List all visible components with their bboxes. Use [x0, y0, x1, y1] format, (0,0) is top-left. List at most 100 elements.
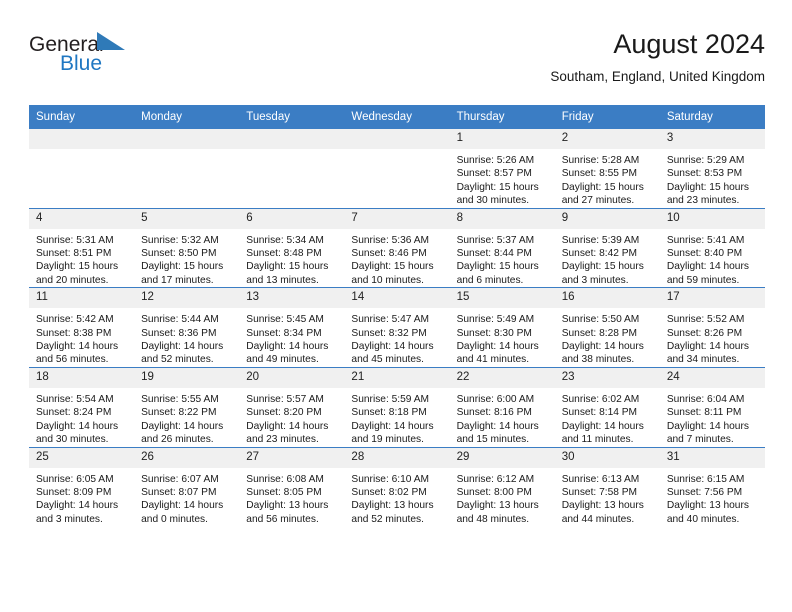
- day-details: Sunrise: 6:13 AM Sunset: 7:58 PM Daylight:…: [555, 468, 660, 527]
- day-details: Sunrise: 5:39 AM Sunset: 8:42 PM Daylight:…: [555, 229, 660, 288]
- sunset-text: Sunset: 8:22 PM: [141, 407, 217, 419]
- calendar-day-cell[interactable]: 24 Sunrise: 6:04 AM Sunset: 8:11 PM Dayligh…: [659, 366, 765, 447]
- calendar-day-cell[interactable]: 22 Sunrise: 6:00 AM Sunset: 8:16 PM Dayligh…: [449, 366, 555, 447]
- sunset-text: Sunset: 8:53 PM: [666, 168, 743, 180]
- day-details: Sunrise: 5:36 AM Sunset: 8:46 PM Daylight:…: [344, 229, 449, 288]
- day-details: Sunrise: 5:32 AM Sunset: 8:50 PM Daylight:…: [134, 229, 239, 288]
- sunset-text: Sunset: 8:02 PM: [351, 486, 427, 498]
- day-details: Sunrise: 5:34 AM Sunset: 8:48 PM Daylight:…: [239, 229, 344, 288]
- sunrise-text: Sunrise: 5:47 AM: [351, 314, 430, 326]
- calendar-cell-empty: [134, 129, 240, 209]
- sunrise-text: Sunrise: 6:10 AM: [351, 473, 430, 485]
- calendar-day-cell[interactable]: 11 Sunrise: 5:42 AM Sunset: 8:38 PM Dayligh…: [29, 287, 135, 368]
- day-number: 3: [659, 129, 765, 149]
- daylight-text: Daylight: 14 hours and 41 minutes.: [456, 341, 539, 366]
- day-details: Sunrise: 6:00 AM Sunset: 8:16 PM Daylight:…: [450, 388, 555, 447]
- calendar-day-cell[interactable]: 5 Sunrise: 5:32 AM Sunset: 8:50 PM Daylight…: [134, 207, 240, 288]
- day-details: Sunrise: 6:05 AM Sunset: 8:09 PM Daylight:…: [29, 468, 134, 527]
- calendar-day-cell[interactable]: 17 Sunrise: 5:52 AM Sunset: 8:26 PM Dayligh…: [659, 287, 765, 368]
- calendar-day-cell[interactable]: 19 Sunrise: 5:55 AM Sunset: 8:22 PM Dayligh…: [134, 366, 240, 447]
- calendar-day-cell[interactable]: 12 Sunrise: 5:44 AM Sunset: 8:36 PM Dayligh…: [134, 287, 240, 368]
- sunset-text: Sunset: 8:42 PM: [561, 248, 638, 260]
- calendar-day-cell[interactable]: 9 Sunrise: 5:39 AM Sunset: 8:42 PM Daylight…: [554, 207, 660, 288]
- sunrise-text: Sunrise: 5:39 AM: [561, 234, 640, 246]
- day-number: 20: [239, 367, 345, 388]
- calendar-day-cell[interactable]: 30 Sunrise: 6:13 AM Sunset: 7:58 PM Dayligh…: [554, 446, 660, 527]
- calendar-week-row: 11 Sunrise: 5:42 AM Sunset: 8:38 PM Dayligh…: [29, 287, 765, 368]
- day-details: Sunrise: 5:57 AM Sunset: 8:20 PM Daylight:…: [239, 388, 344, 447]
- sunset-text: Sunset: 8:28 PM: [561, 327, 638, 339]
- sunrise-text: Sunrise: 5:41 AM: [666, 234, 745, 246]
- day-details: Sunrise: 6:02 AM Sunset: 8:14 PM Daylight:…: [555, 388, 660, 447]
- calendar-week-row: 4 Sunrise: 5:31 AM Sunset: 8:51 PM Daylight…: [29, 207, 765, 288]
- logo-triangle-icon: [96, 31, 126, 56]
- calendar-day-cell[interactable]: 15 Sunrise: 5:49 AM Sunset: 8:30 PM Dayligh…: [449, 287, 555, 368]
- calendar-day-cell[interactable]: 14 Sunrise: 5:47 AM Sunset: 8:32 PM Dayligh…: [344, 287, 450, 368]
- day-details: Sunrise: 5:50 AM Sunset: 8:28 PM Daylight:…: [555, 308, 660, 367]
- sunrise-text: Sunrise: 6:07 AM: [141, 473, 219, 485]
- sunrise-text: Sunrise: 5:52 AM: [666, 314, 745, 326]
- calendar-day-cell[interactable]: 26 Sunrise: 6:07 AM Sunset: 8:07 PM Dayligh…: [134, 446, 240, 527]
- sunrise-text: Sunrise: 5:29 AM: [666, 155, 745, 166]
- sunset-text: Sunset: 8:00 PM: [456, 486, 532, 498]
- calendar-day-cell[interactable]: 18 Sunrise: 5:54 AM Sunset: 8:24 PM Dayligh…: [29, 366, 135, 447]
- daylight-text: Daylight: 14 hours and 11 minutes.: [561, 420, 644, 446]
- page-subtitle: Southam, England, United Kingdom: [550, 69, 765, 84]
- sunset-text: Sunset: 8:24 PM: [36, 407, 112, 419]
- daylight-text: Daylight: 13 hours and 44 minutes.: [561, 500, 644, 525]
- sunrise-text: Sunrise: 5:49 AM: [456, 314, 535, 326]
- calendar-day-cell[interactable]: 4 Sunrise: 5:31 AM Sunset: 8:51 PM Daylight…: [29, 207, 135, 288]
- calendar-day-cell[interactable]: 20 Sunrise: 5:57 AM Sunset: 8:20 PM Dayligh…: [239, 366, 345, 447]
- day-number: 31: [659, 447, 765, 468]
- daylight-text: Daylight: 14 hours and 56 minutes.: [36, 341, 119, 366]
- calendar-day-cell[interactable]: 2 Sunrise: 5:28 AM Sunset: 8:55 PM Daylight…: [554, 129, 660, 209]
- day-details: Sunrise: 5:29 AM Sunset: 8:53 PM Daylight:…: [660, 149, 765, 208]
- day-details: Sunrise: 5:44 AM Sunset: 8:36 PM Daylight:…: [134, 308, 239, 367]
- calendar-day-cell[interactable]: 23 Sunrise: 6:02 AM Sunset: 8:14 PM Dayligh…: [554, 366, 660, 447]
- daylight-text: Daylight: 14 hours and 38 minutes.: [561, 341, 644, 366]
- day-details: Sunrise: 5:26 AM Sunset: 8:57 PM Daylight:…: [450, 149, 555, 208]
- day-details: Sunrise: 5:59 AM Sunset: 8:18 PM Daylight:…: [344, 388, 449, 447]
- sunrise-text: Sunrise: 6:04 AM: [666, 393, 745, 405]
- day-number: 22: [449, 367, 555, 388]
- calendar-day-cell[interactable]: 1 Sunrise: 5:26 AM Sunset: 8:57 PM Daylight…: [449, 129, 555, 209]
- daylight-text: Daylight: 14 hours and 15 minutes.: [456, 420, 539, 446]
- calendar-day-cell[interactable]: 25 Sunrise: 6:05 AM Sunset: 8:09 PM Dayligh…: [29, 446, 135, 527]
- calendar-day-cell[interactable]: 21 Sunrise: 5:59 AM Sunset: 8:18 PM Dayligh…: [344, 366, 450, 447]
- weekday-header-monday: Monday: [134, 105, 240, 129]
- calendar-day-cell[interactable]: 6 Sunrise: 5:34 AM Sunset: 8:48 PM Daylight…: [239, 207, 345, 288]
- daylight-text: Daylight: 14 hours and 19 minutes.: [351, 420, 434, 446]
- calendar-day-cell[interactable]: 8 Sunrise: 5:37 AM Sunset: 8:44 PM Daylight…: [449, 207, 555, 288]
- calendar-day-cell[interactable]: 31 Sunrise: 6:15 AM Sunset: 7:56 PM Dayligh…: [659, 446, 765, 527]
- calendar-day-cell[interactable]: 10 Sunrise: 5:41 AM Sunset: 8:40 PM Dayligh…: [659, 207, 765, 288]
- calendar-day-cell[interactable]: 16 Sunrise: 5:50 AM Sunset: 8:28 PM Dayligh…: [554, 287, 660, 368]
- sunrise-text: Sunrise: 6:15 AM: [666, 473, 745, 485]
- calendar-day-cell[interactable]: 7 Sunrise: 5:36 AM Sunset: 8:46 PM Daylight…: [344, 207, 450, 288]
- sunrise-sunset-calendar: Sunday Monday Tuesday Wednesday Thursday Frid…: [29, 105, 765, 527]
- sunrise-text: Sunrise: 6:00 AM: [456, 393, 535, 405]
- day-number: 24: [659, 367, 765, 388]
- day-number: 2: [554, 129, 660, 149]
- day-number: 12: [134, 288, 240, 309]
- calendar-day-cell[interactable]: 27 Sunrise: 6:08 AM Sunset: 8:05 PM Dayligh…: [239, 446, 345, 527]
- generalblue-logo[interactable]: General Blue: [29, 31, 209, 86]
- sunrise-text: Sunrise: 5:31 AM: [36, 234, 114, 246]
- calendar-day-cell[interactable]: 29 Sunrise: 6:12 AM Sunset: 8:00 PM Dayligh…: [449, 446, 555, 527]
- sunset-text: Sunset: 8:44 PM: [456, 248, 532, 260]
- daylight-text: Daylight: 14 hours and 3 minutes.: [36, 500, 119, 525]
- sunrise-text: Sunrise: 5:37 AM: [456, 234, 535, 246]
- calendar-page: General Blue August 2024 Southam, Englan…: [0, 0, 792, 612]
- day-number: 5: [134, 208, 240, 229]
- day-number: 25: [29, 447, 135, 468]
- day-number: 11: [29, 288, 135, 309]
- day-details: Sunrise: 5:42 AM Sunset: 8:38 PM Daylight:…: [29, 308, 134, 367]
- daylight-text: Daylight: 13 hours and 40 minutes.: [666, 500, 749, 525]
- calendar-day-cell[interactable]: 3 Sunrise: 5:29 AM Sunset: 8:53 PM Daylight…: [659, 129, 765, 209]
- sunset-text: Sunset: 8:46 PM: [351, 248, 427, 260]
- day-number: 27: [239, 447, 345, 468]
- day-number: 4: [29, 208, 135, 229]
- calendar-cell-empty: [239, 129, 345, 209]
- day-details: Sunrise: 5:55 AM Sunset: 8:22 PM Daylight:…: [134, 388, 239, 447]
- calendar-day-cell[interactable]: 28 Sunrise: 6:10 AM Sunset: 8:02 PM Dayligh…: [344, 446, 450, 527]
- calendar-day-cell[interactable]: 13 Sunrise: 5:45 AM Sunset: 8:34 PM Dayligh…: [239, 287, 345, 368]
